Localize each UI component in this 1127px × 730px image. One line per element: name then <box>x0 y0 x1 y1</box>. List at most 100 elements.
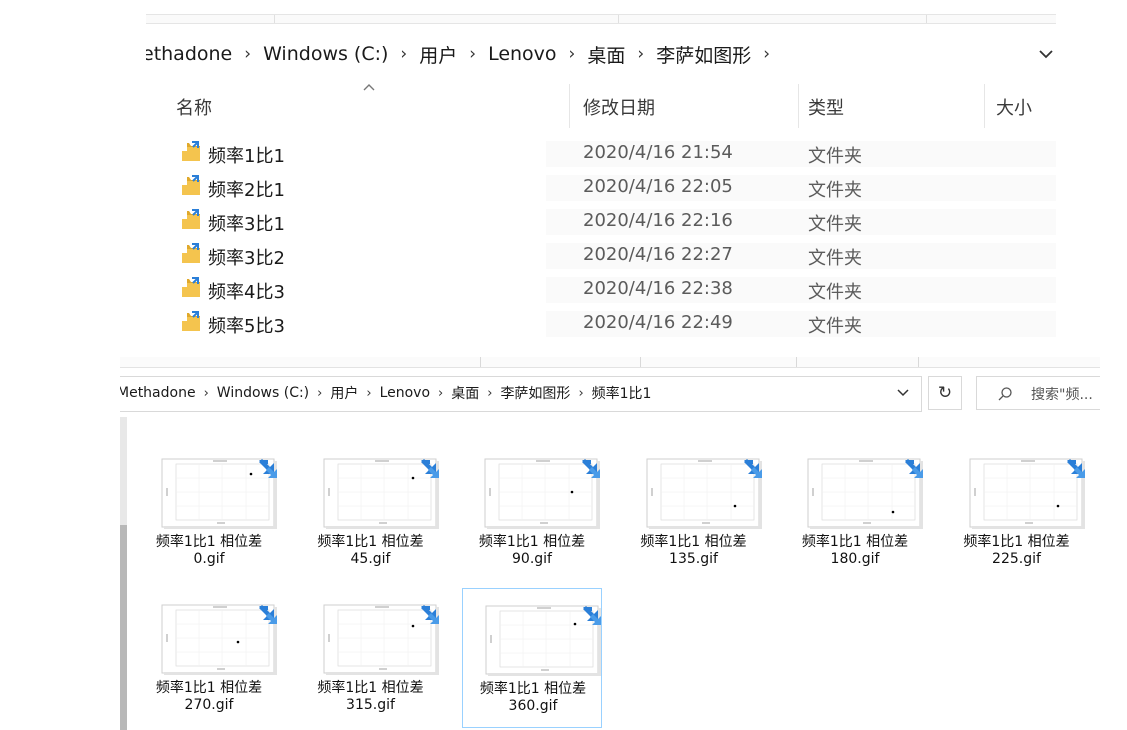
gif-thumbnail <box>485 605 601 676</box>
folder-row[interactable]: 频率3比1 2020/4/16 22:16 文件夹 <box>146 205 1056 239</box>
file-name-line2: 90.gif <box>512 551 552 567</box>
file-name[interactable]: 频率1比1 相位差 270.gif <box>139 680 279 714</box>
file-name[interactable]: 频率1比1 相位差 90.gif <box>462 534 602 568</box>
breadcrumb-item[interactable]: 桌面 <box>575 41 637 68</box>
gif-file-tile[interactable]: 频率1比1 相位差 45.gif <box>301 442 441 582</box>
folder-name[interactable]: 频率1比1 <box>208 142 285 168</box>
top-explorer-window: ethadone › Windows (C:) › 用户 › Lenovo › 桌面 › 李萨如图形… <box>146 0 1056 346</box>
search-input[interactable]: 搜索"频... <box>976 376 1100 410</box>
folder-name[interactable]: 频率5比3 <box>208 312 285 338</box>
breadcrumb-item[interactable]: 频率1比1 <box>584 383 660 403</box>
folder-row[interactable]: 频率3比2 2020/4/16 22:27 文件夹 <box>146 239 1056 273</box>
gif-file-tile[interactable]: 频率1比1 相位差 0.gif <box>139 442 279 582</box>
breadcrumb-item[interactable]: Windows (C:) <box>209 385 317 401</box>
folder-row[interactable]: 频率5比3 2020/4/16 22:49 文件夹 <box>146 307 1056 341</box>
gif-file-tile[interactable]: 频率1比1 相位差 270.gif <box>139 588 279 728</box>
breadcrumb-item[interactable]: Lenovo <box>476 43 568 65</box>
item-type: 文件夹 <box>808 214 862 235</box>
file-name-line1: 频率1比1 相位差 <box>155 680 263 696</box>
folder-name[interactable]: 频率3比1 <box>208 210 285 236</box>
folder-name[interactable]: 频率3比2 <box>208 244 285 270</box>
breadcrumb-item[interactable]: 李萨如图形 <box>644 41 763 68</box>
gif-thumbnail <box>323 604 439 675</box>
file-name-line1: 频率1比1 相位差 <box>640 534 747 550</box>
breadcrumb-item[interactable]: ethadone <box>146 43 244 65</box>
breadcrumb-chevron-icon[interactable]: › <box>469 44 476 64</box>
file-name-line2: 225.gif <box>992 551 1041 567</box>
address-bar[interactable]: ethadone › Windows (C:) › 用户 › Lenovo › 桌面 › 李萨如图形… <box>146 36 1006 72</box>
breadcrumb-item[interactable]: 用户 <box>407 41 469 68</box>
breadcrumb-chevron-icon[interactable]: › <box>763 44 770 64</box>
column-size[interactable]: 大小 <box>996 94 1032 120</box>
column-type[interactable]: 类型 <box>808 94 844 120</box>
breadcrumb-chevron-icon[interactable]: › <box>637 44 644 64</box>
item-type: 文件夹 <box>808 180 862 201</box>
file-name-line2: 135.gif <box>669 551 718 567</box>
gif-file-tile[interactable]: 频率1比1 相位差 135.gif <box>624 442 764 582</box>
breadcrumb-item[interactable]: Methadone <box>120 385 204 401</box>
file-name-line2: 0.gif <box>193 551 225 567</box>
breadcrumb-item[interactable]: 桌面 <box>443 383 487 403</box>
search-icon <box>998 387 1012 401</box>
file-name[interactable]: 频率1比1 相位差 315.gif <box>301 680 441 714</box>
folder-icon <box>180 276 202 300</box>
gif-file-tile[interactable]: 频率1比1 相位差 225.gif <box>947 442 1087 582</box>
gif-file-tile[interactable]: 频率1比1 相位差 315.gif <box>301 588 441 728</box>
date-modified: 2020/4/16 22:16 <box>583 210 733 231</box>
file-name[interactable]: 频率1比1 相位差 135.gif <box>624 534 764 568</box>
scrollbar[interactable] <box>120 417 127 730</box>
item-type: 文件夹 <box>808 316 862 337</box>
item-type: 文件夹 <box>808 146 862 167</box>
file-name-line2: 180.gif <box>830 551 880 567</box>
item-type: 文件夹 <box>808 248 862 269</box>
scrollbar-thumb[interactable] <box>120 525 127 730</box>
date-modified: 2020/4/16 21:54 <box>583 142 733 163</box>
file-name-line2: 270.gif <box>184 697 234 713</box>
file-name[interactable]: 频率1比1 相位差 225.gif <box>947 534 1087 568</box>
folder-row[interactable]: 频率2比1 2020/4/16 22:05 文件夹 <box>146 171 1056 205</box>
folder-icon <box>180 242 202 266</box>
chevron-down-icon[interactable] <box>1037 42 1055 66</box>
file-name[interactable]: 频率1比1 相位差 45.gif <box>301 534 441 568</box>
breadcrumb-item[interactable]: Windows (C:) <box>251 43 400 65</box>
folder-row[interactable]: 频率4比3 2020/4/16 22:38 文件夹 <box>146 273 1056 307</box>
breadcrumb-chevron-icon[interactable]: › <box>400 44 407 64</box>
folder-icon <box>180 174 202 198</box>
gif-thumbnail <box>323 458 439 529</box>
file-name[interactable]: 频率1比1 相位差 360.gif <box>463 681 603 715</box>
folder-name[interactable]: 频率4比3 <box>208 278 285 304</box>
breadcrumb-item[interactable]: Lenovo <box>372 385 438 401</box>
gif-file-tile[interactable]: 频率1比1 相位差 90.gif <box>462 442 602 582</box>
gif-thumbnail <box>646 458 762 529</box>
ribbon-strip <box>120 357 1100 368</box>
gif-thumbnail <box>969 458 1085 529</box>
address-bar[interactable]: Methadone › Windows (C:) › 用户 › Lenovo › 桌面 › 李萨如图… <box>120 376 880 410</box>
file-name[interactable]: 频率1比1 相位差 180.gif <box>785 534 925 568</box>
search-placeholder: 搜索"频... <box>1031 387 1093 403</box>
column-name[interactable]: 名称 <box>176 94 212 120</box>
chevron-down-icon[interactable] <box>896 387 910 399</box>
file-name-line1: 频率1比1 相位差 <box>479 681 587 697</box>
folder-icon <box>180 208 202 232</box>
refresh-button[interactable]: ↻ <box>928 376 962 410</box>
date-modified: 2020/4/16 22:38 <box>583 278 733 299</box>
column-header-row: 名称 修改日期 类型 大小 <box>146 84 1056 128</box>
file-name-line1: 频率1比1 相位差 <box>317 680 424 696</box>
file-name[interactable]: 频率1比1 相位差 0.gif <box>139 534 279 568</box>
breadcrumb-chevron-icon[interactable]: › <box>569 44 576 64</box>
sort-ascending-icon <box>363 84 375 91</box>
folder-name[interactable]: 频率2比1 <box>208 176 285 202</box>
date-modified: 2020/4/16 22:49 <box>583 312 733 333</box>
file-name-line1: 频率1比1 相位差 <box>478 534 586 550</box>
breadcrumb-chevron-icon[interactable]: › <box>244 44 251 64</box>
column-date-modified[interactable]: 修改日期 <box>583 94 655 120</box>
breadcrumb-item[interactable]: 李萨如图形 <box>492 383 578 403</box>
gif-file-tile[interactable]: 频率1比1 相位差 360.gif <box>462 588 602 728</box>
breadcrumb-item[interactable]: 用户 <box>322 383 366 403</box>
gif-file-tile[interactable]: 频率1比1 相位差 180.gif <box>785 442 925 582</box>
file-name-line1: 频率1比1 相位差 <box>801 534 909 550</box>
folder-icon <box>180 310 202 334</box>
folder-row[interactable]: 频率1比1 2020/4/16 21:54 文件夹 <box>146 137 1056 171</box>
gif-thumbnail <box>484 458 600 529</box>
date-modified: 2020/4/16 22:05 <box>583 176 733 197</box>
